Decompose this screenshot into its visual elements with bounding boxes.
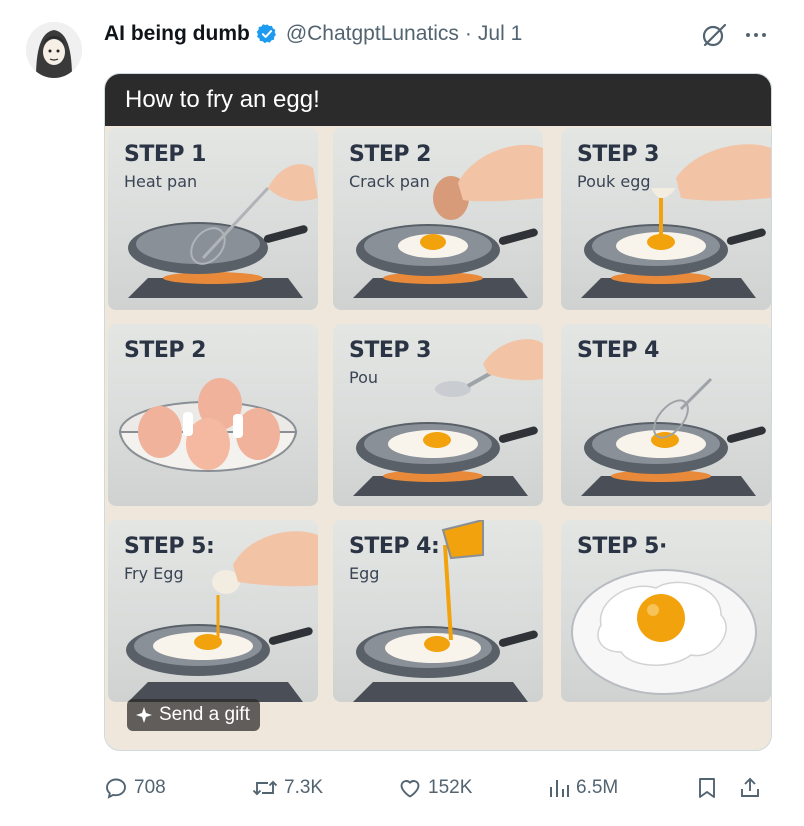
avatar-image — [26, 22, 82, 78]
step-caption: Pouk egg — [577, 172, 651, 191]
step-caption: Pou — [349, 368, 379, 387]
step-panel-6: STEP 4 — [561, 324, 771, 506]
step-label: STEP 5· — [577, 534, 667, 559]
step-label: STEP 1 — [124, 142, 206, 167]
reply-icon — [106, 778, 126, 799]
step-panel-4: STEP 2 — [108, 324, 318, 506]
avatar[interactable] — [26, 22, 82, 78]
reply-button[interactable]: 708 — [104, 770, 166, 806]
step-panel-1: STEP 1 Heat pan — [108, 128, 318, 310]
repost-icon — [252, 780, 278, 796]
step-caption: Crack pan — [349, 172, 430, 191]
bookmark-button[interactable] — [696, 770, 718, 806]
views-icon — [550, 780, 569, 797]
image-title: How to fry an egg! — [105, 74, 771, 126]
send-gift-label: Send a gift — [159, 704, 250, 725]
share-icon — [741, 777, 759, 797]
step-label: STEP 3 — [349, 338, 431, 363]
step-panel-7: STEP 5: Fry Egg — [108, 520, 318, 702]
post-image[interactable]: How to fry an egg! STEP 1 Heat pan STEP … — [104, 73, 772, 751]
heart-icon — [400, 780, 420, 798]
tweet-header: AI being dumb @ChatgptLunatics · Jul 1 — [104, 20, 522, 48]
step-panel-9: STEP 5· — [561, 520, 771, 702]
step-label: STEP 3 — [577, 142, 659, 167]
step-panel-5: STEP 3 Pou — [333, 324, 543, 506]
step-label: STEP 5: — [124, 534, 215, 559]
step-label: STEP 4: — [349, 534, 440, 559]
more-options-icon[interactable] — [740, 20, 772, 50]
like-count: 152K — [428, 777, 473, 798]
step-panel-8: STEP 4: Egg — [333, 520, 543, 702]
separator-dot: · — [464, 22, 472, 45]
step-caption: Fry Egg — [124, 564, 184, 583]
step-label: STEP 2 — [124, 338, 206, 363]
bookmark-icon — [699, 778, 715, 798]
step-caption: Heat pan — [124, 172, 198, 191]
send-gift-button[interactable]: Send a gift — [127, 699, 260, 731]
user-handle[interactable]: @ChatgptLunatics — [286, 22, 459, 46]
share-button[interactable] — [738, 770, 762, 806]
step-label: STEP 2 — [349, 142, 431, 167]
verified-badge-icon[interactable] — [256, 23, 278, 45]
step-panel-2: STEP 2 Crack pan — [333, 128, 543, 310]
views-button[interactable]: 6.5M — [548, 770, 618, 806]
step-caption: Egg — [349, 564, 380, 583]
step-panel-3: STEP 3 Pouk egg — [561, 128, 771, 310]
repost-button[interactable]: 7.3K — [252, 770, 323, 806]
action-bar: 708 7.3K 152K 6.5M — [104, 770, 772, 806]
display-name[interactable]: AI being dumb — [104, 22, 250, 46]
like-button[interactable]: 152K — [398, 770, 472, 806]
reply-count: 708 — [134, 777, 166, 798]
step-label: STEP 4 — [577, 338, 659, 363]
view-count: 6.5M — [576, 777, 619, 798]
post-date[interactable]: Jul 1 — [478, 22, 522, 46]
grok-icon[interactable] — [700, 21, 728, 49]
gift-icon — [136, 707, 152, 723]
repost-count: 7.3K — [284, 777, 324, 798]
